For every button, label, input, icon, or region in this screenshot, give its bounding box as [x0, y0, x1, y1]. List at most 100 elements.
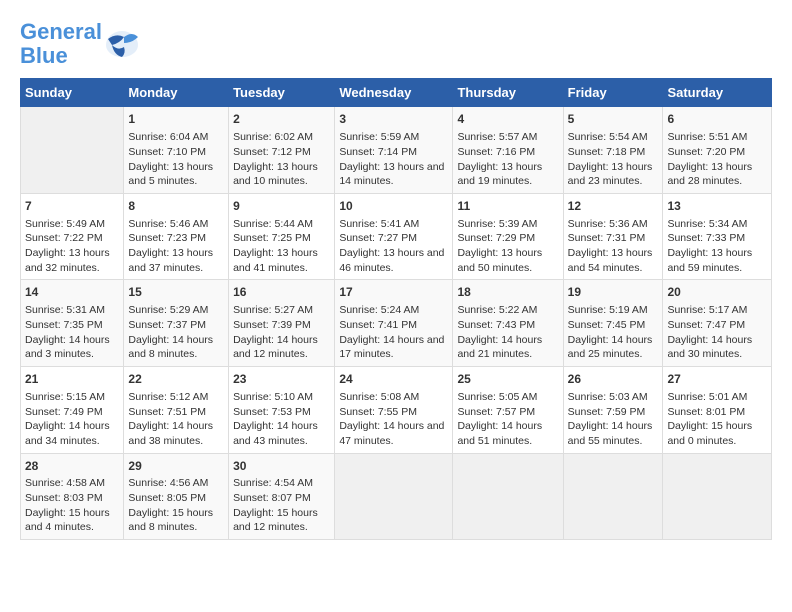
daylight-text: Daylight: 14 hours and 34 minutes. [25, 420, 110, 447]
sunset-text: Sunset: 7:14 PM [339, 146, 417, 158]
day-number: 20 [667, 284, 767, 301]
day-number: 12 [568, 198, 659, 215]
sunset-text: Sunset: 7:41 PM [339, 319, 417, 331]
day-cell: 14Sunrise: 5:31 AMSunset: 7:35 PMDayligh… [21, 280, 124, 367]
daylight-text: Daylight: 14 hours and 8 minutes. [128, 334, 213, 361]
sunrise-text: Sunrise: 5:57 AM [457, 131, 537, 143]
sunrise-text: Sunrise: 5:08 AM [339, 391, 419, 403]
day-cell: 28Sunrise: 4:58 AMSunset: 8:03 PMDayligh… [21, 453, 124, 540]
day-cell: 18Sunrise: 5:22 AMSunset: 7:43 PMDayligh… [453, 280, 563, 367]
day-cell: 5Sunrise: 5:54 AMSunset: 7:18 PMDaylight… [563, 107, 663, 194]
sunset-text: Sunset: 7:35 PM [25, 319, 103, 331]
sunset-text: Sunset: 7:22 PM [25, 232, 103, 244]
day-number: 30 [233, 458, 330, 475]
sunset-text: Sunset: 7:27 PM [339, 232, 417, 244]
sunset-text: Sunset: 7:45 PM [568, 319, 646, 331]
header-cell-thursday: Thursday [453, 79, 563, 107]
daylight-text: Daylight: 13 hours and 46 minutes. [339, 247, 444, 274]
day-number: 19 [568, 284, 659, 301]
day-cell: 29Sunrise: 4:56 AMSunset: 8:05 PMDayligh… [124, 453, 229, 540]
day-cell [563, 453, 663, 540]
sunset-text: Sunset: 7:25 PM [233, 232, 311, 244]
day-cell: 23 Sunrise: 5:10 AM Sunset: 7:53 PM Dayligh… [229, 367, 335, 454]
day-cell: 26Sunrise: 5:03 AMSunset: 7:59 PMDayligh… [563, 367, 663, 454]
week-row-1: 1Sunrise: 6:04 AMSunset: 7:10 PMDaylight… [21, 107, 772, 194]
daylight-text: Daylight: 13 hours and 37 minutes. [128, 247, 213, 274]
calendar-table: SundayMondayTuesdayWednesdayThursdayFrid… [20, 78, 772, 540]
sunset-text: Sunset: 7:31 PM [568, 232, 646, 244]
sunrise-text: Sunrise: 5:41 AM [339, 218, 419, 230]
day-number: 21 [25, 371, 119, 388]
day-cell: 11Sunrise: 5:39 AMSunset: 7:29 PMDayligh… [453, 193, 563, 280]
sunrise-text: Sunrise: 5:22 AM [457, 304, 537, 316]
sunrise-text: Sunrise: 5:27 AM [233, 304, 313, 316]
sunset-text: Sunset: 7:37 PM [128, 319, 206, 331]
daylight-text: Daylight: 13 hours and 23 minutes. [568, 161, 653, 188]
sunset-text: Sunset: 7:16 PM [457, 146, 535, 158]
sunset-text: Sunset: 7:23 PM [128, 232, 206, 244]
day-number: 23 [233, 371, 330, 388]
day-cell [453, 453, 563, 540]
sunrise-text: Sunrise: 5:17 AM [667, 304, 747, 316]
header-cell-wednesday: Wednesday [335, 79, 453, 107]
day-number: 2 [233, 111, 330, 128]
day-number: 15 [128, 284, 224, 301]
sunset-text: Sunset: 7:39 PM [233, 319, 311, 331]
day-number: 17 [339, 284, 448, 301]
day-number: 16 [233, 284, 330, 301]
day-cell [663, 453, 772, 540]
sunrise-text: Sunrise: 5:19 AM [568, 304, 648, 316]
sunrise-text: Sunrise: 5:59 AM [339, 131, 419, 143]
daylight-text: Daylight: 14 hours and 51 minutes. [457, 420, 542, 447]
daylight-text: Daylight: 13 hours and 32 minutes. [25, 247, 110, 274]
sunrise-text: Sunrise: 5:46 AM [128, 218, 208, 230]
day-cell: 2Sunrise: 6:02 AMSunset: 7:12 PMDaylight… [229, 107, 335, 194]
sunset-text: Sunset: 7:49 PM [25, 406, 103, 418]
calendar-body: 1Sunrise: 6:04 AMSunset: 7:10 PMDaylight… [21, 107, 772, 540]
sunrise-text: Sunrise: 5:36 AM [568, 218, 648, 230]
day-cell: 10Sunrise: 5:41 AMSunset: 7:27 PMDayligh… [335, 193, 453, 280]
sunset-text: Sunset: 7:53 PM [233, 406, 311, 418]
daylight-text: Daylight: 14 hours and 43 minutes. [233, 420, 318, 447]
week-row-3: 14Sunrise: 5:31 AMSunset: 7:35 PMDayligh… [21, 280, 772, 367]
sunrise-text: Sunrise: 5:03 AM [568, 391, 648, 403]
daylight-text: Daylight: 13 hours and 19 minutes. [457, 161, 542, 188]
daylight-text: Daylight: 14 hours and 55 minutes. [568, 420, 653, 447]
sunrise-text: Sunrise: 4:58 AM [25, 477, 105, 489]
daylight-text: Daylight: 14 hours and 25 minutes. [568, 334, 653, 361]
sunrise-text: Sunrise: 5:31 AM [25, 304, 105, 316]
day-number: 25 [457, 371, 558, 388]
day-cell: 3Sunrise: 5:59 AMSunset: 7:14 PMDaylight… [335, 107, 453, 194]
header-cell-friday: Friday [563, 79, 663, 107]
header-cell-sunday: Sunday [21, 79, 124, 107]
day-number: 28 [25, 458, 119, 475]
daylight-text: Daylight: 14 hours and 47 minutes. [339, 420, 444, 447]
daylight-text: Daylight: 14 hours and 17 minutes. [339, 334, 444, 361]
sunrise-text: Sunrise: 4:56 AM [128, 477, 208, 489]
day-cell: 1Sunrise: 6:04 AMSunset: 7:10 PMDaylight… [124, 107, 229, 194]
sunrise-text: Sunrise: 5:10 AM [233, 391, 313, 403]
day-number: 6 [667, 111, 767, 128]
sunset-text: Sunset: 7:47 PM [667, 319, 745, 331]
sunrise-text: Sunrise: 5:12 AM [128, 391, 208, 403]
header-cell-monday: Monday [124, 79, 229, 107]
sunset-text: Sunset: 7:29 PM [457, 232, 535, 244]
header-row: SundayMondayTuesdayWednesdayThursdayFrid… [21, 79, 772, 107]
logo-icon [104, 29, 140, 59]
daylight-text: Daylight: 13 hours and 28 minutes. [667, 161, 752, 188]
sunset-text: Sunset: 7:10 PM [128, 146, 206, 158]
week-row-5: 28Sunrise: 4:58 AMSunset: 8:03 PMDayligh… [21, 453, 772, 540]
day-number: 24 [339, 371, 448, 388]
day-cell: 30Sunrise: 4:54 AMSunset: 8:07 PMDayligh… [229, 453, 335, 540]
daylight-text: Daylight: 13 hours and 50 minutes. [457, 247, 542, 274]
daylight-text: Daylight: 14 hours and 30 minutes. [667, 334, 752, 361]
day-cell [21, 107, 124, 194]
day-number: 18 [457, 284, 558, 301]
page-header: GeneralBlue [20, 20, 772, 68]
day-number: 29 [128, 458, 224, 475]
day-cell: 16Sunrise: 5:27 AMSunset: 7:39 PMDayligh… [229, 280, 335, 367]
day-cell: 4Sunrise: 5:57 AMSunset: 7:16 PMDaylight… [453, 107, 563, 194]
day-number: 1 [128, 111, 224, 128]
sunset-text: Sunset: 7:18 PM [568, 146, 646, 158]
day-cell: 25Sunrise: 5:05 AMSunset: 7:57 PMDayligh… [453, 367, 563, 454]
